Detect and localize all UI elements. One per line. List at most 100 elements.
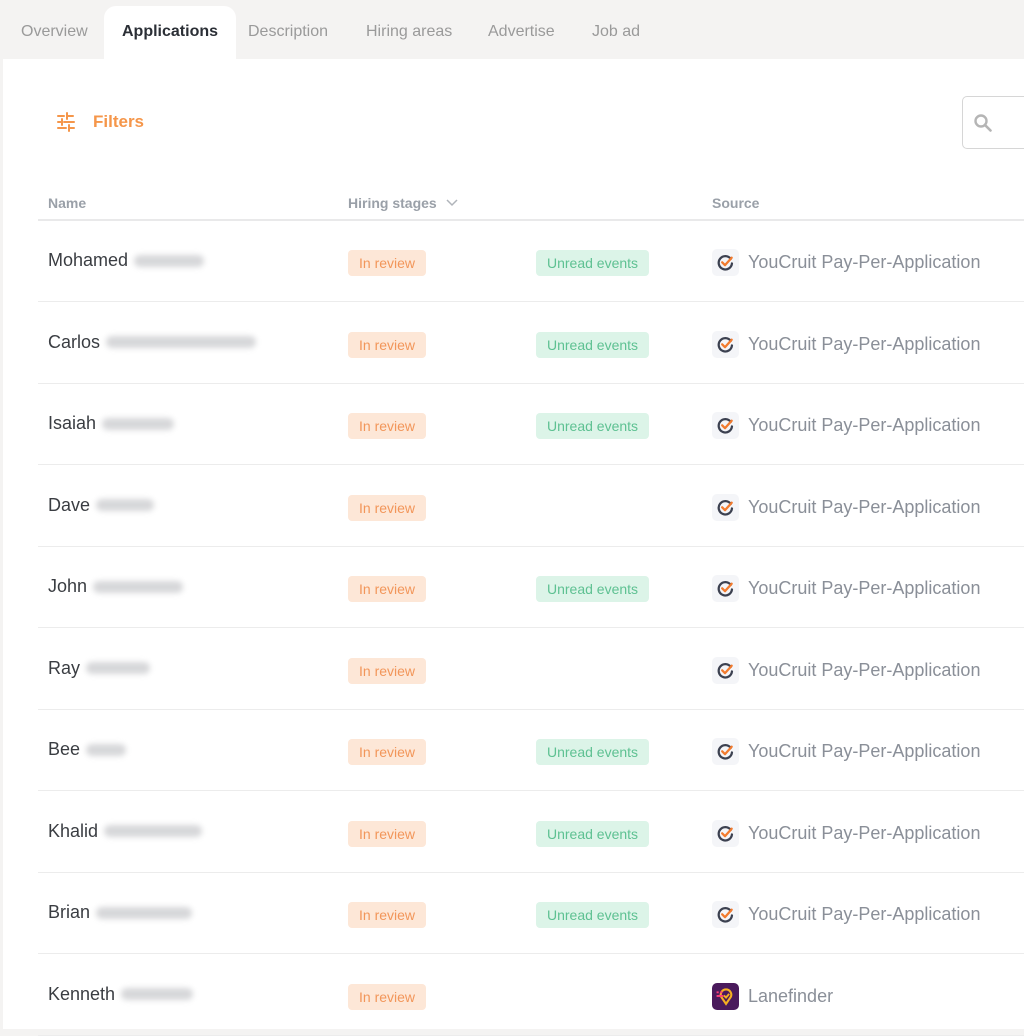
source-label: YouCruit Pay-Per-Application (748, 659, 981, 680)
table-row[interactable]: Isaiah In review Unread events YouCruit … (38, 384, 1024, 465)
youcruit-icon (712, 249, 739, 276)
unread-events-badge: Unread events (536, 250, 650, 276)
chevron-down-icon (446, 199, 458, 207)
youcruit-icon (712, 493, 739, 521)
applicant-name[interactable]: Carlos (48, 331, 257, 353)
applicant-first-name: Bee (48, 739, 81, 759)
source-cell: YouCruit Pay-Per-Application (712, 412, 980, 439)
filters-button[interactable]: Filters (55, 109, 144, 135)
unread-events-badge: Unread events (536, 820, 650, 847)
tab-advertise[interactable]: Advertise (470, 6, 573, 60)
applicant-surname-redacted (106, 336, 257, 348)
stage-badge: In review (348, 820, 427, 847)
source-cell: Lanefinder (712, 982, 834, 1010)
source-cell: YouCruit Pay-Per-Application (712, 901, 980, 928)
search-input[interactable] (1001, 107, 1024, 137)
applicant-surname-redacted (93, 580, 184, 593)
applicant-surname-redacted (102, 417, 175, 430)
source-label: YouCruit Pay-Per-Application (748, 904, 981, 924)
table-row[interactable]: John In review Unread events YouCruit Pa… (38, 547, 1024, 628)
column-source-label: Source (712, 195, 760, 211)
table-row[interactable]: Carlos In review Unread events YouCruit … (38, 303, 1024, 384)
source-cell: YouCruit Pay-Per-Application (712, 330, 980, 358)
search-box[interactable] (962, 96, 1024, 149)
table-row[interactable]: Kenneth In review Lanefinder (38, 955, 1024, 1036)
tab-job-ad[interactable]: Job ad (574, 6, 658, 60)
tab-overview[interactable]: Overview (3, 6, 106, 60)
lanefinder-icon (712, 982, 739, 1010)
applicant-name[interactable]: Dave (48, 494, 155, 516)
unread-events-badge: Unread events (536, 331, 650, 358)
column-header-hiring-stages[interactable]: Hiring stages (348, 195, 458, 211)
applicant-first-name: John (48, 576, 88, 596)
applicant-first-name: Isaiah (48, 413, 97, 433)
youcruit-icon (712, 330, 739, 358)
applicant-first-name: Mohamed (48, 250, 129, 270)
column-hiring-stages-label: Hiring stages (348, 195, 437, 211)
applicant-first-name: Ray (48, 657, 81, 678)
tab-applications[interactable]: Applications (104, 6, 237, 60)
stage-badge: In review (348, 331, 427, 358)
unread-events-badge: Unread events (536, 576, 650, 602)
applicant-surname-redacted (104, 825, 203, 837)
stage-badge: In review (348, 494, 427, 521)
column-name-label: Name (48, 195, 87, 211)
source-label: YouCruit Pay-Per-Application (748, 496, 981, 517)
applicant-name[interactable]: Brian (48, 902, 193, 923)
source-cell: YouCruit Pay-Per-Application (712, 575, 980, 602)
stage-badge: In review (348, 657, 427, 684)
source-cell: YouCruit Pay-Per-Application (712, 493, 981, 521)
applicant-name[interactable]: Kenneth (48, 983, 194, 1005)
applicant-name[interactable]: Bee (48, 739, 127, 760)
unread-events-badge: Unread events (536, 413, 650, 439)
table-row[interactable]: Ray In review YouCruit Pay-Per-Applicati… (38, 629, 1024, 710)
applicant-first-name: Brian (48, 902, 91, 922)
unread-events-badge: Unread events (536, 902, 650, 928)
applicant-surname-redacted (86, 662, 151, 674)
source-cell: YouCruit Pay-Per-Application (712, 819, 981, 847)
sliders-icon (57, 112, 75, 132)
applicant-first-name: Khalid (48, 820, 99, 841)
source-label: YouCruit Pay-Per-Application (748, 822, 981, 843)
youcruit-icon (712, 819, 739, 847)
table-row[interactable]: Khalid In review Unread events YouCruit … (38, 792, 1024, 873)
table-row[interactable]: Brian In review Unread events YouCruit P… (38, 873, 1024, 954)
table-row[interactable]: Dave In review YouCruit Pay-Per-Applicat… (38, 466, 1024, 547)
tab-hiring-areas[interactable]: Hiring areas (348, 6, 470, 60)
applicant-name[interactable]: John (48, 576, 184, 597)
applicant-surname-redacted (86, 743, 127, 756)
table-row[interactable]: Bee In review Unread events YouCruit Pay… (38, 710, 1024, 791)
source-label: Lanefinder (748, 985, 834, 1006)
source-cell: YouCruit Pay-Per-Application (712, 656, 981, 684)
stage-badge: In review (348, 576, 427, 602)
applicant-name[interactable]: Mohamed (48, 250, 205, 271)
search-icon (974, 114, 992, 132)
tab-description[interactable]: Description (230, 6, 346, 60)
applicant-surname-redacted (121, 988, 194, 1000)
source-label: YouCruit Pay-Per-Application (748, 578, 981, 598)
filters-label: Filters (93, 112, 145, 131)
applicant-first-name: Dave (48, 494, 91, 515)
tab-bar: Overview Applications Description Hiring… (0, 0, 1024, 60)
applicant-surname-redacted (96, 906, 193, 919)
source-cell: YouCruit Pay-Per-Application (712, 249, 980, 276)
source-label: YouCruit Pay-Per-Application (748, 415, 981, 435)
stage-badge: In review (348, 413, 427, 439)
column-header-source[interactable]: Source (712, 195, 759, 211)
source-label: YouCruit Pay-Per-Application (748, 741, 981, 761)
table-row[interactable]: Mohamed In review Unread events YouCruit… (38, 221, 1024, 302)
applicant-surname-redacted (134, 254, 205, 267)
column-header-name[interactable]: Name (48, 195, 86, 211)
youcruit-icon (712, 738, 739, 765)
youcruit-icon (712, 656, 739, 684)
applicant-first-name: Carlos (48, 331, 101, 352)
unread-events-badge: Unread events (536, 739, 650, 765)
stage-badge: In review (348, 902, 427, 928)
applicant-first-name: Kenneth (48, 983, 116, 1004)
applicant-name[interactable]: Khalid (48, 820, 203, 842)
applicant-name[interactable]: Isaiah (48, 413, 175, 434)
applicant-name[interactable]: Ray (48, 657, 151, 679)
youcruit-icon (712, 901, 739, 928)
stage-badge: In review (348, 250, 427, 276)
applicant-surname-redacted (96, 499, 155, 511)
